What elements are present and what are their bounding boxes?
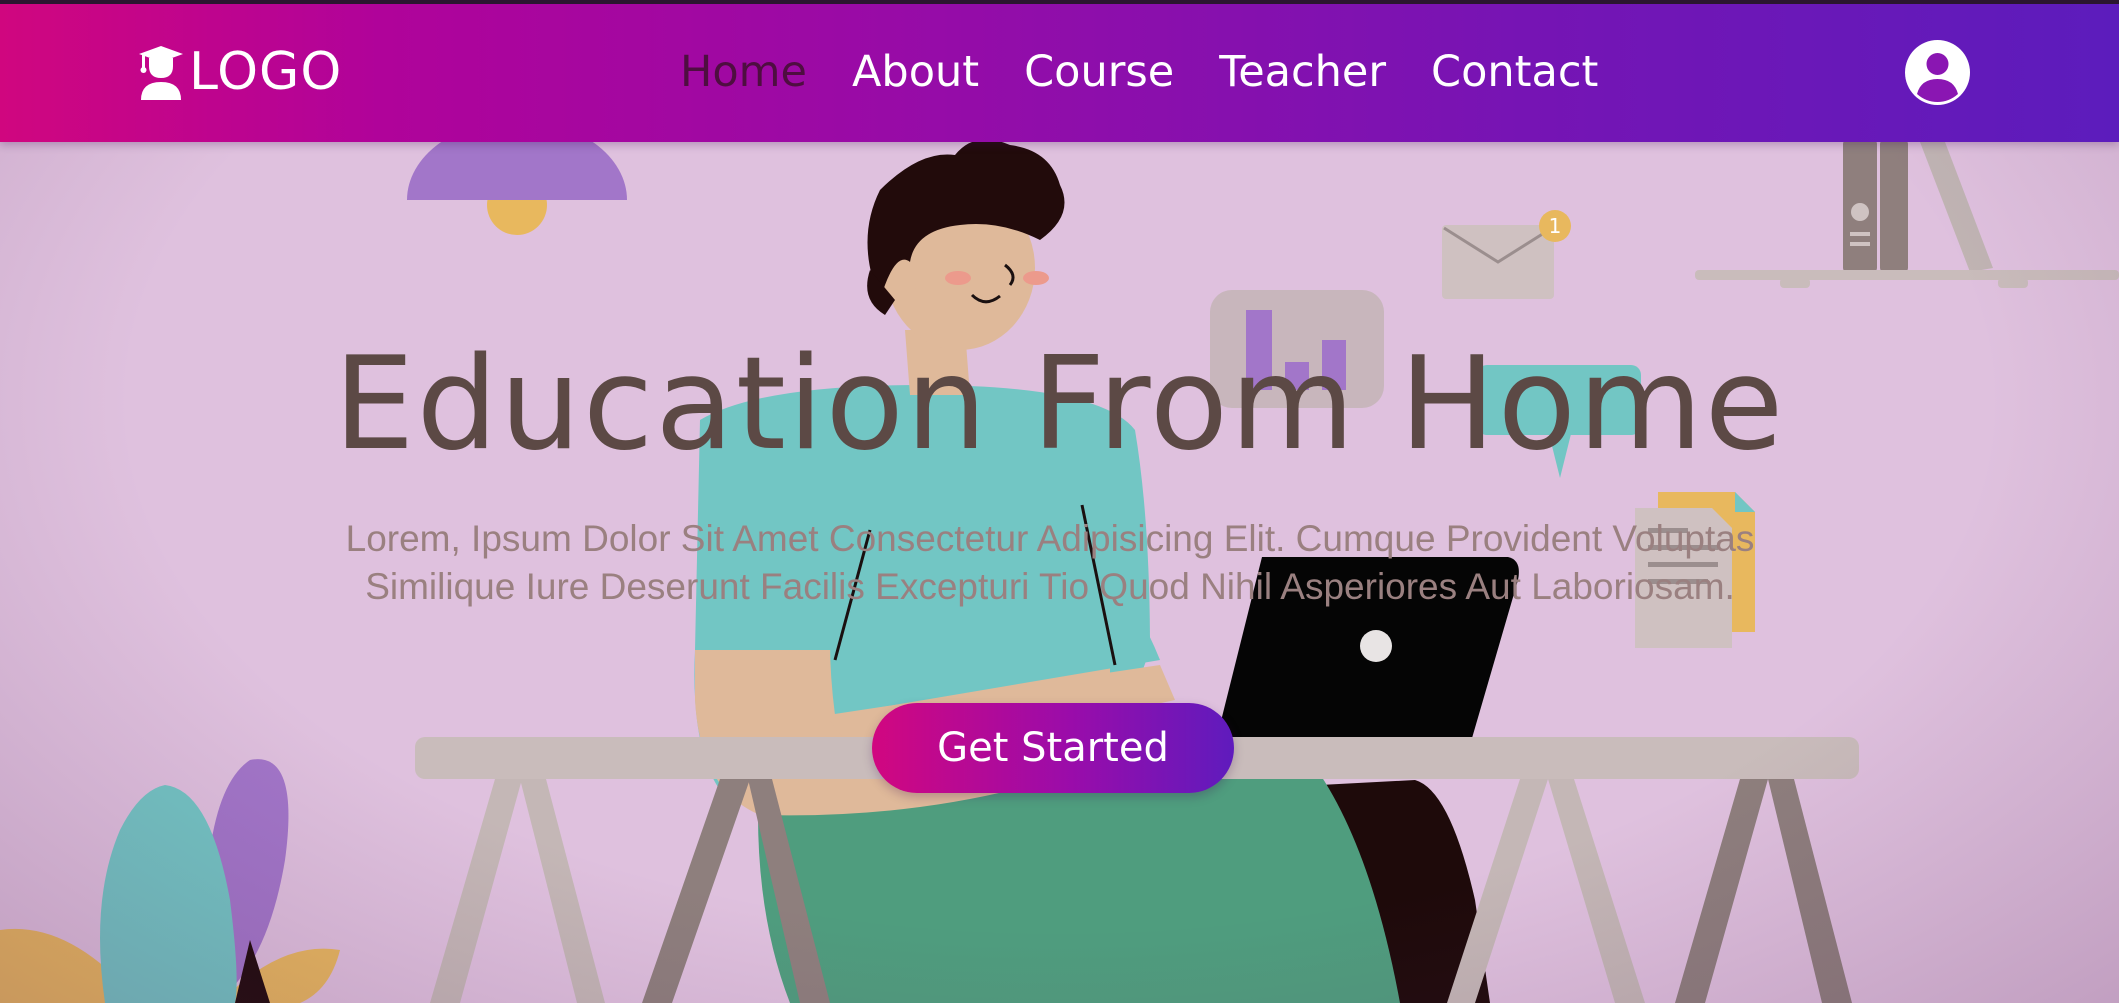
user-circle-icon	[1905, 40, 1970, 105]
get-started-button[interactable]: Get Started	[872, 703, 1234, 793]
hero-description: Lorem, Ipsum Dolor Sit Amet Consectetur …	[345, 518, 1755, 607]
user-account-button[interactable]	[1905, 40, 1970, 105]
nav-link-contact[interactable]: Contact	[1431, 47, 1598, 97]
nav-link-home[interactable]: Home	[680, 47, 807, 97]
top-edge-line	[0, 0, 2119, 4]
nav-link-about[interactable]: About	[852, 47, 979, 97]
hero-section: Education From Home Lorem, Ipsum Dolor S…	[0, 0, 2119, 1003]
nav-link-course[interactable]: Course	[1024, 47, 1174, 97]
logo-text: LOGO	[189, 42, 343, 102]
main-nav: Home About Course Teacher Contact	[680, 42, 1643, 102]
hero-title: Education From Home	[333, 330, 1786, 479]
top-navbar: LOGO Home About Course Teacher Contact	[0, 0, 2119, 142]
brand-logo[interactable]: LOGO	[135, 42, 342, 102]
nav-link-teacher[interactable]: Teacher	[1219, 47, 1386, 97]
graduate-student-icon	[139, 46, 183, 100]
